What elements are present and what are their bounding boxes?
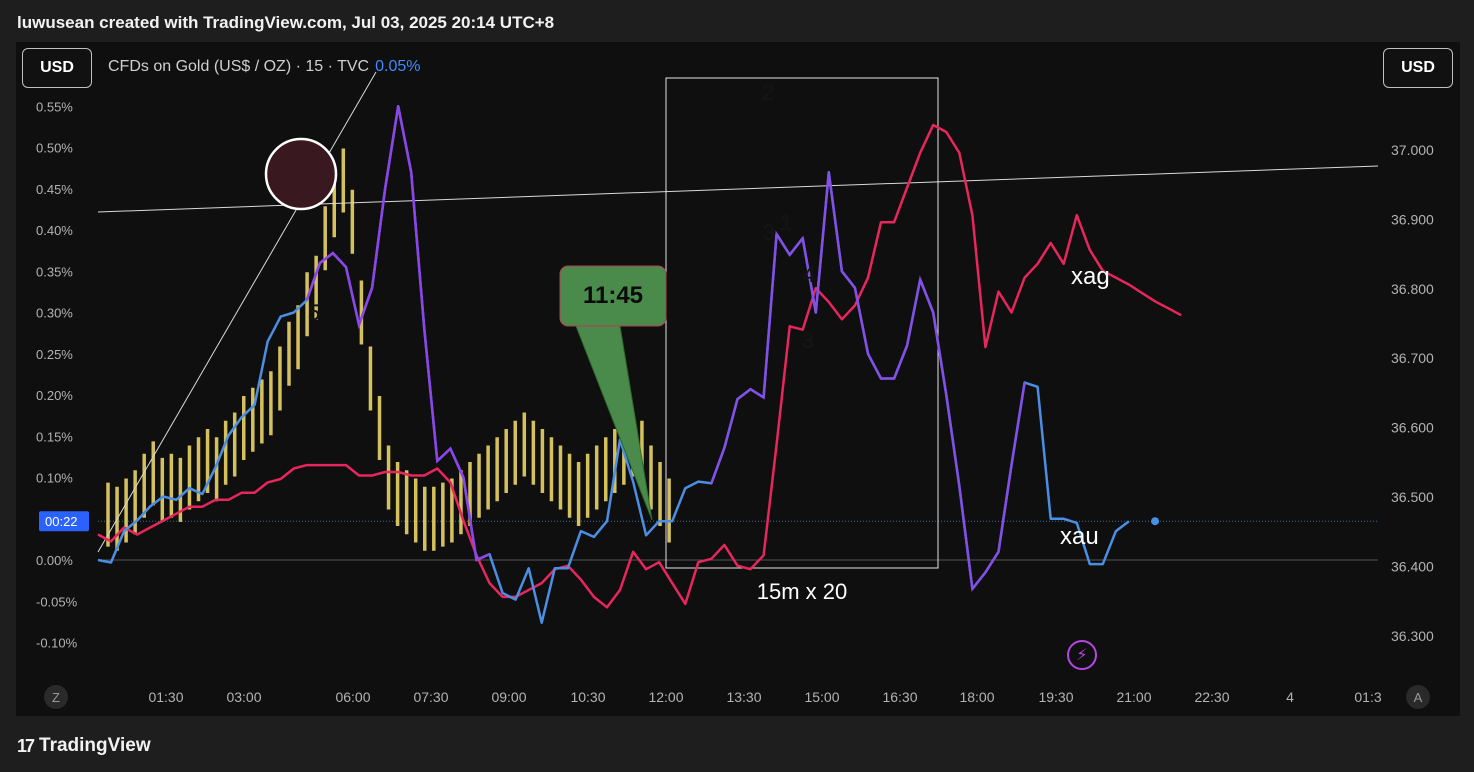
wave-label: 1 bbox=[780, 210, 792, 235]
tv-logo-icon: 17 bbox=[17, 735, 35, 756]
xau-endpoint bbox=[1151, 517, 1160, 526]
left-axis-tick: -0.10% bbox=[36, 636, 78, 651]
diagonal-trend-line bbox=[97, 71, 377, 553]
right-axis-tick: 36.300 bbox=[1391, 628, 1434, 644]
time-axis-tick: 18:00 bbox=[959, 689, 994, 705]
left-axis-tick: 0.25% bbox=[36, 347, 73, 362]
highlight-circle bbox=[264, 137, 338, 211]
time-axis-tick: 03:00 bbox=[226, 689, 261, 705]
lightning-icon[interactable]: ⚡ bbox=[1067, 640, 1097, 670]
time-axis-tick: 01:3 bbox=[1354, 689, 1381, 705]
wave-label: 2 bbox=[762, 80, 774, 105]
range-box bbox=[665, 77, 939, 569]
time-axis-tick: 12:00 bbox=[648, 689, 683, 705]
right-axis-tick: 36.700 bbox=[1391, 350, 1434, 366]
price-chart[interactable]: 0.55% 0.50% 0.45% 0.40% 0.35% 0.30% 0.25% 0.20%… bbox=[16, 42, 1460, 716]
left-axis-tick: 0.55% bbox=[36, 99, 73, 114]
time-axis-tick: 22:30 bbox=[1194, 689, 1229, 705]
chart-title: luwusean created with TradingView.com, J… bbox=[17, 13, 555, 32]
wave-label: 3 bbox=[763, 220, 775, 245]
tradingview-logo[interactable]: 17 TradingView bbox=[17, 735, 151, 757]
right-axis-tick: 36.500 bbox=[1391, 489, 1434, 505]
left-currency-button[interactable]: USD bbox=[22, 48, 92, 88]
wave-label: 5 bbox=[308, 300, 320, 325]
right-axis-tick: 36.600 bbox=[1391, 420, 1434, 436]
current-time-label: 00:22 bbox=[45, 514, 78, 529]
left-axis-tick: 0.15% bbox=[36, 429, 73, 444]
time-axis-tick: 09:00 bbox=[491, 689, 526, 705]
time-axis-tick: 13:30 bbox=[726, 689, 761, 705]
left-axis-tick: 0.10% bbox=[36, 471, 73, 486]
left-axis-tick: 0.40% bbox=[36, 223, 73, 238]
left-axis-tick: 0.45% bbox=[36, 182, 73, 197]
left-axis-tick: 0.00% bbox=[36, 553, 73, 568]
auto-scale-button[interactable]: A bbox=[1406, 685, 1430, 709]
left-axis-tick: 0.30% bbox=[36, 306, 73, 321]
time-axis-tick: 01:30 bbox=[148, 689, 183, 705]
wave-label: 3 bbox=[802, 328, 814, 353]
right-axis-tick: 37.000 bbox=[1391, 142, 1434, 158]
right-currency-button[interactable]: USD bbox=[1383, 48, 1453, 88]
symbol-change: 0.05% bbox=[375, 58, 421, 75]
left-axis-tick: 0.35% bbox=[36, 264, 73, 279]
wave-overlay-late bbox=[710, 172, 1026, 593]
callout-time: 11:45 bbox=[583, 282, 643, 309]
symbol-info: CFDs on Gold (US$ / OZ) · 15 · TVC 0.05% bbox=[108, 58, 420, 76]
chart-panel[interactable]: 0.55% 0.50% 0.45% 0.40% 0.35% 0.30% 0.25% 0.20%… bbox=[16, 42, 1460, 716]
right-axis-tick: 36.400 bbox=[1391, 558, 1434, 574]
left-axis-tick: 0.50% bbox=[36, 141, 73, 156]
symbol-name: CFDs on Gold (US$ / OZ) · 15 · TVC bbox=[108, 58, 370, 75]
time-axis-tick: 16:30 bbox=[882, 689, 917, 705]
xag-label: xag bbox=[1071, 263, 1110, 290]
xau-label: xau bbox=[1060, 523, 1099, 550]
left-axis-tick: -0.05% bbox=[36, 594, 78, 609]
wave-label: 4 bbox=[803, 262, 815, 287]
right-axis-tick: 36.900 bbox=[1391, 211, 1434, 227]
time-axis-tick: 10:30 bbox=[570, 689, 605, 705]
time-axis-tick: 06:00 bbox=[335, 689, 370, 705]
right-axis-tick: 36.800 bbox=[1391, 281, 1434, 297]
brand-name: TradingView bbox=[39, 735, 151, 756]
range-box-label: 15m x 20 bbox=[757, 579, 848, 604]
time-axis-tick: 19:30 bbox=[1038, 689, 1073, 705]
xag-line bbox=[97, 123, 1182, 609]
time-axis-tick: 21:00 bbox=[1116, 689, 1151, 705]
zoom-scale-button[interactable]: Z bbox=[44, 685, 68, 709]
left-axis-tick: 0.20% bbox=[36, 388, 73, 403]
time-axis-tick: 15:00 bbox=[804, 689, 839, 705]
time-axis-tick: 07:30 bbox=[413, 689, 448, 705]
time-axis-tick: 4 bbox=[1286, 689, 1294, 705]
